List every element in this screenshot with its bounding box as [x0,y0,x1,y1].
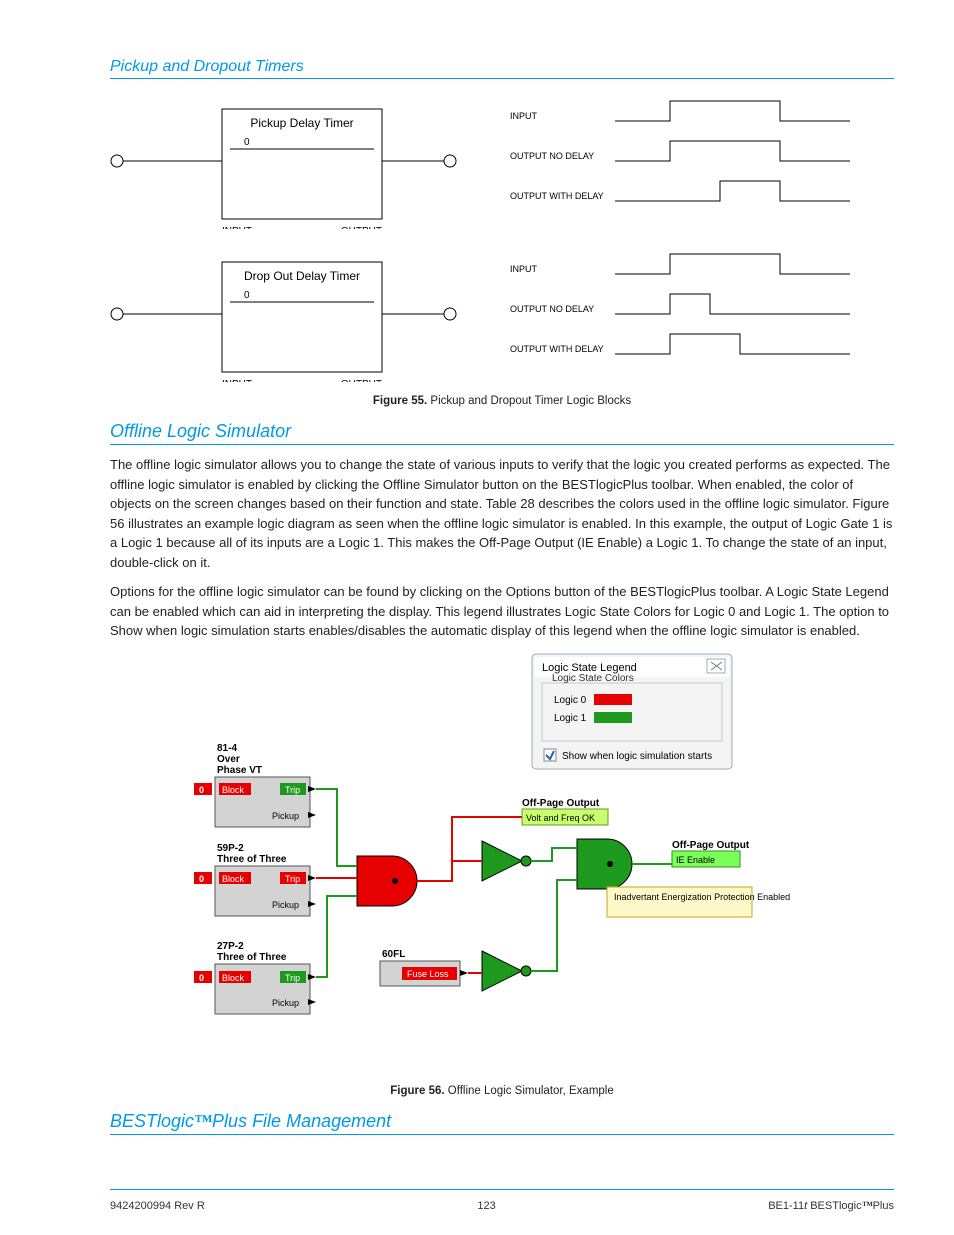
svg-text:Trip: Trip [285,874,300,884]
block-81-4: 81-4 Over Phase VT 0 Block Trip Pickup [194,743,316,827]
figure56-text: Offline Logic Simulator, Example [448,1085,614,1097]
svg-text:0: 0 [199,785,204,795]
legend-checkbox: Show when logic simulation starts [562,751,712,762]
pickup-output-label: OUTPUT [341,226,382,229]
note-ie-enabled: Inadvertant Energization Protection Enab… [607,887,790,917]
svg-text:Trip: Trip [285,785,300,795]
svg-text:Pickup: Pickup [272,811,299,821]
figure55-row-pickup: Pickup Delay Timer 0 INPUT OUTPUT INPUT … [110,89,894,232]
svg-text:0: 0 [199,973,204,983]
svg-text:Three of Three: Three of Three [217,854,287,865]
svg-text:Pickup: Pickup [272,900,299,910]
svg-text:IE Enable: IE Enable [676,855,715,865]
svg-text:Phase VT: Phase VT [217,765,262,776]
wave-label-in: INPUT [510,111,538,121]
svg-text:81-4: 81-4 [217,743,237,754]
offline-para2: Options for the offline logic simulator … [110,582,894,641]
svg-text:Off-Page Output: Off-Page Output [672,840,750,851]
and-gate-green [577,839,632,889]
wave-label-delay2: OUTPUT WITH DELAY [510,344,604,354]
svg-text:Fuse Loss: Fuse Loss [407,969,449,979]
section-title-offline: Offline Logic Simulator [110,421,894,445]
and-gate-red [357,856,417,906]
footer-page: 123 [477,1200,495,1212]
svg-text:Block: Block [222,874,245,884]
svg-text:Off-Page Output: Off-Page Output [522,798,600,809]
figure56-diagram: Logic State Legend Logic State Colors Lo… [182,651,822,1081]
svg-text:Block: Block [222,973,245,983]
figure56-label: Figure 56. [390,1085,444,1097]
figure55-text: Pickup and Dropout Timer Logic Blocks [430,395,631,407]
dropout-title: Drop Out Delay Timer [244,269,360,283]
dropout-output-label: OUTPUT [341,379,382,382]
svg-text:Inadvertant Energization Prote: Inadvertant Energization Protection Enab… [614,892,790,902]
figure55-caption: Figure 55. Pickup and Dropout Timer Logi… [110,395,894,407]
not-gate-top [482,841,531,881]
svg-text:Trip: Trip [285,973,300,983]
dropout-timer-waves: INPUT OUTPUT NO DELAY OUTPUT WITH DELAY [510,242,860,382]
legend-group: Logic State Colors [552,673,634,684]
block-59p-2: 59P-2 Three of Three 0 Block Trip Pickup [194,843,316,916]
svg-text:Pickup: Pickup [272,998,299,1008]
dropout-input-label: INPUT [222,379,252,382]
svg-text:Over: Over [217,754,240,765]
svg-text:0: 0 [199,874,204,884]
svg-text:Three of Three: Three of Three [217,952,287,963]
offpage-vf: Off-Page Output Volt and Freq OK [522,798,608,825]
figure55-row-dropout: Drop Out Delay Timer 0 INPUT OUTPUT INPU… [110,242,894,385]
svg-text:59P-2: 59P-2 [217,843,244,854]
svg-text:60FL: 60FL [382,949,405,960]
wave-label-nodelay2: OUTPUT NO DELAY [510,304,594,314]
figure56-caption: Figure 56. Offline Logic Simulator, Exam… [110,1085,894,1097]
block-27p-2: 27P-2 Three of Three 0 Block Trip Pickup [194,941,316,1014]
wave-label-in2: INPUT [510,264,538,274]
figure55-label: Figure 55. [373,395,427,407]
footer-right: BE1-11t BESTlogic™Plus [768,1200,894,1212]
pickup-timer-block: Pickup Delay Timer 0 INPUT OUTPUT [110,89,470,229]
legend-logic0: Logic 0 [554,695,587,706]
dropout-timer-block: Drop Out Delay Timer 0 INPUT OUTPUT [110,242,470,382]
not-gate-bottom [482,951,531,991]
svg-text:Block: Block [222,785,245,795]
svg-text:Volt and Freq OK: Volt and Freq OK [526,813,595,823]
pickup-line: 0 [244,137,250,148]
legend-logic1: Logic 1 [554,713,587,724]
svg-text:27P-2: 27P-2 [217,941,244,952]
wave-label-nodelay: OUTPUT NO DELAY [510,151,594,161]
wave-label-delay: OUTPUT WITH DELAY [510,191,604,201]
footer-left: 9424200994 Rev R [110,1200,205,1212]
block-60fl: 60FL Fuse Loss [380,949,468,986]
pickup-input-label: INPUT [222,226,252,229]
offpage-ie: Off-Page Output IE Enable [672,840,750,867]
pickup-timer-waves: INPUT OUTPUT NO DELAY OUTPUT WITH DELAY [510,89,860,229]
pickup-title: Pickup Delay Timer [250,116,353,130]
section-title-timers: Pickup and Dropout Timers [110,58,894,79]
page-footer: 9424200994 Rev R 123 BE1-11t BESTlogic™P… [110,1189,894,1212]
offline-para1: The offline logic simulator allows you t… [110,455,894,572]
dropout-line: 0 [244,290,250,301]
logic-state-legend: Logic State Legend Logic State Colors Lo… [532,654,732,769]
section-title-bestlogic: BESTlogic™Plus File Management [110,1111,894,1135]
